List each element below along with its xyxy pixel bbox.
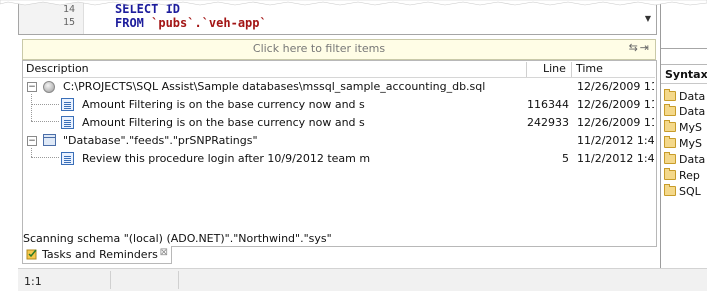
column-header-line[interactable]: Line: [543, 62, 566, 77]
row-description: Amount Filtering is on the base currency…: [82, 98, 365, 111]
folder-icon: [664, 136, 676, 148]
tab-label: Tasks and Reminders: [42, 248, 158, 261]
folder-icon: [664, 104, 676, 116]
syntax-folder-label: Rep: [679, 169, 700, 182]
syntax-folder-label: MyS: [679, 121, 702, 134]
collapse-toggle-icon[interactable]: −: [27, 136, 37, 146]
database-object-icon: [43, 134, 56, 146]
right-top-pane: [661, 0, 707, 49]
close-tab-icon[interactable]: ⊠: [160, 247, 168, 258]
row-description: Amount Filtering is on the base currency…: [82, 116, 365, 129]
row-description: "Database"."feeds"."prSNPRatings": [63, 134, 258, 147]
line-number: 15: [62, 17, 75, 28]
syntax-panel-header[interactable]: Syntax: [661, 64, 707, 84]
scan-status-text: Scanning schema "(local) (ADO.NET)"."Nor…: [23, 232, 332, 245]
syntax-panel-title: Syntax: [665, 68, 707, 81]
table-row[interactable]: − C:\PROJECTS\SQL Assist\Sample database…: [23, 78, 654, 96]
syntax-folder-label: SQL: [679, 185, 701, 198]
collapse-toggle-icon[interactable]: −: [27, 82, 37, 92]
file-status-icon: [43, 81, 55, 93]
folder-icon: [664, 168, 676, 180]
column-header-description[interactable]: Description: [26, 62, 89, 77]
syntax-folder-label: Data: [679, 90, 706, 103]
column-divider[interactable]: [526, 62, 527, 77]
code-line[interactable]: FROM `pubs`.`veh-app`: [115, 16, 267, 30]
row-time: 12/26/2009 11: [577, 98, 654, 111]
table-row[interactable]: Amount Filtering is on the base currency…: [23, 96, 654, 114]
row-line: 116344: [527, 98, 569, 111]
status-bar-divider: [110, 271, 111, 289]
cursor-position: 1:1: [24, 275, 42, 288]
app-window: 14 15 SELECT ID FROM `pubs`.`veh-app` ▼ …: [0, 0, 707, 291]
folder-icon: [664, 152, 676, 164]
editor-status-bar: 1:1: [18, 268, 707, 291]
row-line: 242933: [527, 116, 569, 129]
row-description: Review this procedure login after 10/9/2…: [82, 152, 371, 165]
table-row[interactable]: Amount Filtering is on the base currency…: [23, 114, 654, 132]
task-note-icon: [61, 152, 74, 165]
tab-tasks-and-reminders[interactable]: Tasks and Reminders ⊠: [22, 246, 172, 264]
column-divider[interactable]: [571, 62, 572, 77]
row-line: 5: [562, 152, 569, 165]
filter-bar[interactable]: Click here to filter items ⇆⇥: [22, 39, 656, 60]
torn-edge-decoration: [0, 0, 707, 6]
syntax-folder-label: Data: [679, 105, 706, 118]
tasks-tab-icon: [26, 249, 37, 260]
folder-icon: [664, 120, 676, 132]
row-time: 12/26/2009 11: [577, 80, 654, 93]
scroll-down-arrow-icon[interactable]: ▼: [642, 14, 654, 28]
syntax-folder-label: Data: [679, 153, 706, 166]
column-header-time[interactable]: Time: [576, 62, 603, 77]
status-bar-divider: [178, 271, 179, 289]
row-time: 11/2/2012 1:46: [577, 152, 654, 165]
filter-placeholder[interactable]: Click here to filter items: [23, 42, 615, 55]
row-time: 11/2/2012 1:46: [577, 134, 654, 147]
row-time: 12/26/2009 11: [577, 116, 654, 129]
table-row[interactable]: Review this procedure login after 10/9/2…: [23, 150, 654, 168]
row-description: C:\PROJECTS\SQL Assist\Sample databases\…: [63, 80, 486, 93]
filter-options-icon[interactable]: ⇆⇥: [629, 41, 651, 54]
folder-icon: [664, 184, 676, 196]
task-note-icon: [61, 98, 74, 111]
task-note-icon: [61, 116, 74, 129]
table-row[interactable]: − "Database"."feeds"."prSNPRatings" 11/2…: [23, 132, 654, 150]
syntax-folder-label: MyS: [679, 137, 702, 150]
folder-icon: [664, 89, 676, 101]
